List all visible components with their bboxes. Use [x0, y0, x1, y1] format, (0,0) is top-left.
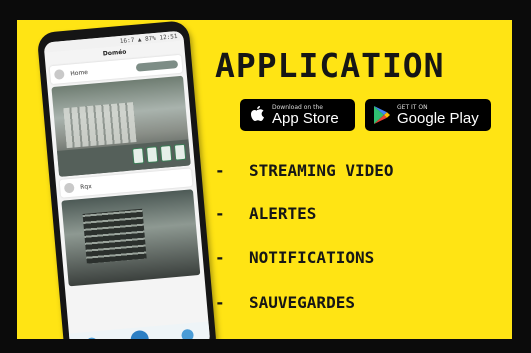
- promo-banner: 16:7 ▲ 87% 12:51 Doméo Home Rqx APPLICAT…: [17, 20, 512, 339]
- feature-item: - SAUVEGARDES: [215, 293, 355, 312]
- camera-scene-rack: [82, 208, 147, 264]
- phone-screen: 16:7 ▲ 87% 12:51 Doméo Home Rqx: [43, 30, 211, 339]
- page-title: APPLICATION: [215, 46, 445, 85]
- camera-name: Rqx: [79, 182, 93, 191]
- feature-item: - ALERTES: [215, 204, 316, 223]
- camera-avatar: [53, 69, 65, 80]
- outer-frame: 16:7 ▲ 87% 12:51 Doméo Home Rqx APPLICAT…: [0, 0, 531, 353]
- camera-toggle[interactable]: [135, 60, 179, 72]
- camera-scene-shelf: [63, 102, 137, 149]
- google-play-badge[interactable]: GET IT ON Google Play: [365, 99, 491, 131]
- camera-avatar: [63, 182, 75, 194]
- thumbnail[interactable]: [173, 143, 187, 161]
- camera-name: Home: [69, 68, 89, 77]
- feature-item: - STREAMING VIDEO: [215, 161, 394, 180]
- phone-mockup: 16:7 ▲ 87% 12:51 Doméo Home Rqx: [36, 20, 218, 339]
- feature-dash: -: [215, 204, 225, 223]
- feature-dash: -: [215, 161, 225, 180]
- nav-camera-icon[interactable]: [129, 329, 150, 339]
- feature-label: STREAMING VIDEO: [249, 161, 394, 180]
- feature-dash: -: [215, 293, 225, 312]
- thumbnail[interactable]: [132, 147, 145, 165]
- apple-icon: [246, 106, 268, 124]
- feature-item: - NOTIFICATIONS: [215, 248, 374, 267]
- google-play-icon: [371, 105, 393, 125]
- nav-home-icon[interactable]: [85, 337, 99, 339]
- thumbnail[interactable]: [145, 146, 159, 164]
- phone-bottom-nav: [68, 321, 211, 339]
- camera-feed[interactable]: [61, 189, 201, 287]
- app-store-label: App Store: [272, 109, 339, 127]
- camera-feed[interactable]: [51, 75, 191, 177]
- feature-dash: -: [215, 248, 225, 267]
- google-play-label: Google Play: [397, 109, 479, 127]
- nav-settings-icon[interactable]: [180, 328, 194, 339]
- feature-label: NOTIFICATIONS: [249, 248, 375, 267]
- feature-label: ALERTES: [249, 204, 317, 223]
- feature-label: SAUVEGARDES: [249, 293, 355, 312]
- thumbnail[interactable]: [159, 144, 173, 162]
- app-store-badge[interactable]: Download on the App Store: [240, 99, 355, 131]
